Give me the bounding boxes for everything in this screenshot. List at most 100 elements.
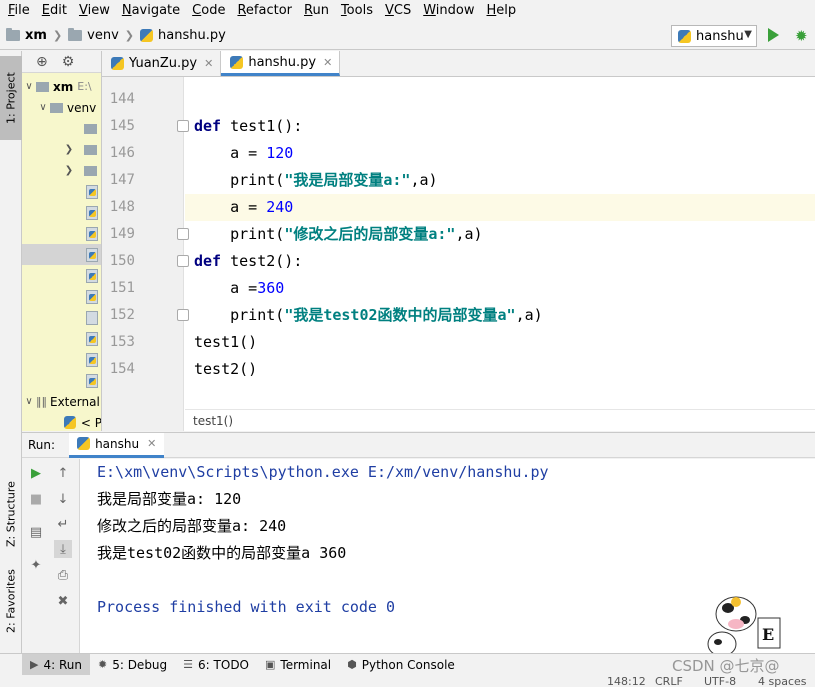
tree-item-file[interactable] [22,349,101,370]
tree-item-venv[interactable]: ∨ venv [22,97,101,118]
python-file-icon [86,184,98,199]
tool-tab-favorites[interactable]: 2: Favorites [0,561,22,641]
run-panel-header: Run: hanshu ✕ [22,432,815,458]
navigation-bar: xm ❯ venv ❯ hanshu.py hanshu ▼ ✹ [0,22,815,50]
run-configuration-select[interactable]: hanshu ▼ [671,25,757,47]
tree-item-python-sdk[interactable]: < P [22,412,101,431]
rerun-icon[interactable]: ▶ [27,464,45,482]
chevron-down-icon: ∨ [25,396,33,407]
indent-setting[interactable]: 4 spaces [758,675,807,687]
line-number: 146 [109,145,135,161]
python-console-icon: ⬢ [347,658,357,671]
debug-button[interactable]: ✹ [795,27,808,45]
menu-edit[interactable]: Edit [36,0,73,22]
run-button[interactable] [768,28,779,42]
tree-item-file[interactable] [22,328,101,349]
code-editor[interactable]: 144 145 146 147 148 149 150 151 152 153 … [102,77,815,431]
tree-item-file[interactable] [22,307,101,328]
python-file-icon [86,247,98,262]
chevron-right-icon: ❯ [64,144,74,155]
tool-tab-project[interactable]: 1: Project [0,56,22,140]
chevron-right-icon: ❯ [52,29,63,42]
python-file-icon [111,57,124,70]
layout-icon[interactable]: ▤ [27,523,45,541]
run-tab-hanshu[interactable]: hanshu ✕ [69,432,165,458]
menu-file[interactable]: File [2,0,36,22]
fold-marker[interactable] [177,255,189,267]
tool-python-console[interactable]: ⬢ Python Console [339,654,463,676]
breadcrumb-project[interactable]: xm ❯ [6,28,62,43]
tool-debug[interactable]: ✹ 5: Debug [90,654,175,676]
scroll-to-end-icon[interactable]: ⤓ [54,540,72,558]
tree-item-folder[interactable]: ❯ [22,160,101,181]
line-number: 150 [109,253,135,269]
line-number: 147 [109,172,135,188]
menu-navigate[interactable]: Navigate [116,0,186,22]
gear-icon[interactable]: ⚙ [62,54,75,70]
tree-item-folder[interactable]: ❯ [22,139,101,160]
console-finished-line: Process finished with exit code 0 [97,598,396,616]
menu-code[interactable]: Code [186,0,231,22]
tree-item-external-libraries[interactable]: ∨ ‖‖ External [22,391,101,412]
scroll-from-source-icon[interactable]: ⊕ [36,54,48,70]
library-icon: ‖‖ [36,395,47,408]
tree-item-file[interactable] [22,181,101,202]
mascot-image: E [707,596,781,657]
close-icon[interactable]: ✕ [147,437,156,450]
menu-help[interactable]: Help [481,0,523,22]
python-file-icon [140,29,153,42]
trash-icon[interactable]: ✖ [54,592,72,610]
tool-todo[interactable]: ☰ 6: TODO [175,654,257,676]
python-file-icon [86,352,98,367]
fold-marker[interactable] [177,228,189,240]
tree-item-folder[interactable] [22,118,101,139]
code-line: a =360 [194,279,285,297]
fold-marker[interactable] [177,309,189,321]
code-line: print("修改之后的局部变量a:",a) [194,225,483,243]
tree-item-file[interactable] [22,223,101,244]
menu-vcs[interactable]: VCS [379,0,417,22]
fold-marker[interactable] [177,120,189,132]
caret-position[interactable]: 148:12 [607,675,646,687]
status-bar: 148:12 CRLF UTF-8 4 spaces [0,675,815,687]
python-icon [678,29,691,43]
tree-item-file-selected[interactable] [22,244,101,265]
left-tool-strip: 1: Project Z: Structure 2: Favorites [0,51,22,653]
tree-item-root[interactable]: ∨ xm E:\ [22,76,101,97]
tool-tab-structure[interactable]: Z: Structure [0,459,22,569]
soft-wrap-icon[interactable]: ↵ [54,515,72,533]
menu-view[interactable]: View [73,0,116,22]
tool-run[interactable]: ▶ 4: Run [22,653,90,676]
breadcrumb-file[interactable]: hanshu.py [140,28,226,43]
chevron-right-icon: ❯ [124,29,134,42]
file-encoding[interactable]: UTF-8 [704,675,736,687]
menu-window[interactable]: Window [417,0,480,22]
close-icon[interactable]: ✕ [204,57,213,70]
python-file-icon [230,55,244,69]
close-icon[interactable]: ✕ [323,56,332,69]
print-icon[interactable]: ⎙ [54,566,72,584]
code-line: print("我是局部变量a:",a) [194,171,438,189]
editor-breadcrumb[interactable]: test1() [185,409,815,431]
folder-icon [6,28,20,41]
breadcrumb-folder[interactable]: venv ❯ [68,28,134,43]
tree-item-file[interactable] [22,265,101,286]
stop-icon[interactable]: ■ [27,490,45,508]
tab-hanshu[interactable]: hanshu.py ✕ [221,51,341,76]
menu-run[interactable]: Run [298,0,335,22]
folder-icon [68,28,83,41]
menu-refactor[interactable]: Refactor [231,0,298,22]
tool-terminal[interactable]: ▣ Terminal [257,654,339,676]
up-arrow-icon[interactable]: ↑ [54,464,72,482]
down-arrow-icon[interactable]: ↓ [54,490,72,508]
menu-tools[interactable]: Tools [335,0,379,22]
line-number-gutter: 144 145 146 147 148 149 150 151 152 153 … [102,77,189,431]
tree-item-file[interactable] [22,370,101,391]
pin-icon[interactable]: ✦ [27,556,45,574]
tree-item-file[interactable] [22,286,101,307]
tree-item-file[interactable] [22,202,101,223]
tab-yuanzu[interactable]: YuanZu.py ✕ [102,51,222,76]
line-separator[interactable]: CRLF [655,675,683,687]
python-file-icon [86,268,98,283]
svg-text:E: E [762,625,774,644]
